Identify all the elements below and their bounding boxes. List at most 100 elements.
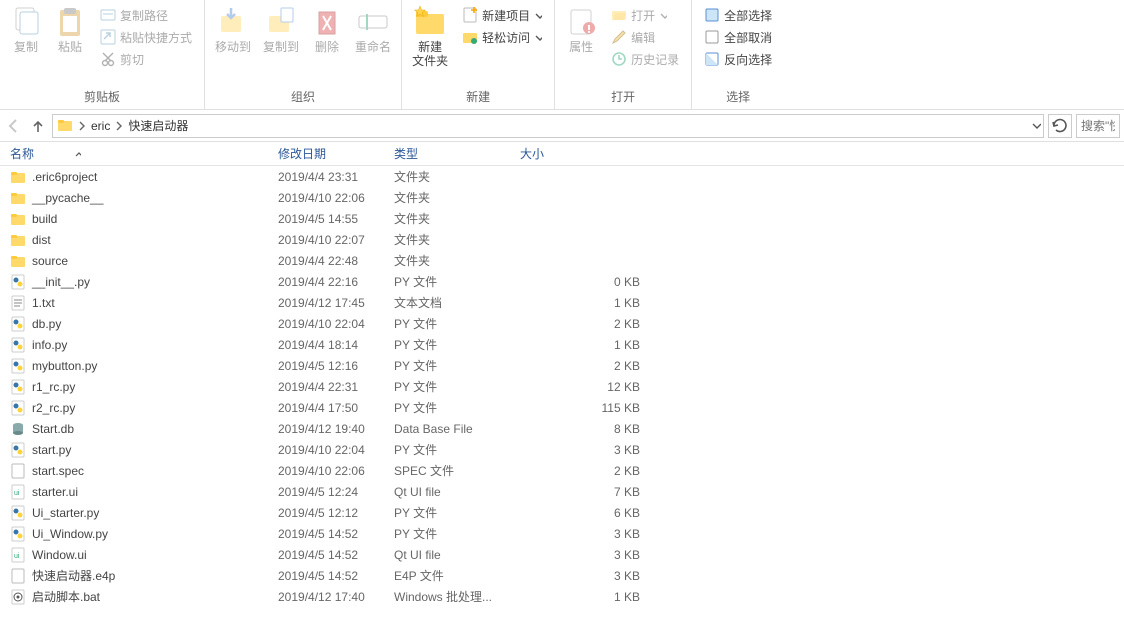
sort-up-icon	[74, 150, 81, 157]
py-icon	[10, 337, 26, 353]
select-all-button[interactable]: 全部选择	[700, 4, 776, 26]
file-row[interactable]: 快速启动器.e4p2019/4/5 14:52E4P 文件3 KB	[0, 565, 1124, 586]
ui-icon	[10, 547, 26, 563]
file-row[interactable]: 启动脚本.bat2019/4/12 17:40Windows 批处理...1 K…	[0, 586, 1124, 607]
properties-icon	[565, 6, 597, 38]
db-icon	[10, 421, 26, 437]
breadcrumb-item[interactable]: 快速启动器	[124, 115, 192, 137]
history-button[interactable]: 历史记录	[607, 48, 683, 70]
file-type-cell: 文件夹	[384, 189, 510, 206]
paste-shortcut-button[interactable]: 粘贴快捷方式	[96, 26, 196, 48]
file-type-cell: PY 文件	[384, 525, 510, 542]
paste-button[interactable]: 粘贴	[48, 2, 92, 54]
file-row[interactable]: Ui_starter.py2019/4/5 12:12PY 文件6 KB	[0, 502, 1124, 523]
column-header-size[interactable]: 大小	[510, 142, 660, 165]
file-row[interactable]: .eric6project2019/4/4 23:31文件夹	[0, 166, 1124, 187]
file-type-cell: PY 文件	[384, 378, 510, 395]
file-date-cell: 2019/4/12 19:40	[268, 422, 384, 436]
file-row[interactable]: starter.ui2019/4/5 12:24Qt UI file7 KB	[0, 481, 1124, 502]
search-box[interactable]	[1076, 114, 1120, 138]
cut-label: 剪切	[120, 51, 144, 68]
refresh-button[interactable]	[1048, 114, 1072, 138]
new-folder-button[interactable]: 新建 文件夹	[406, 2, 454, 68]
file-name-cell: Ui_Window.py	[0, 526, 268, 542]
file-row[interactable]: Start.db2019/4/12 19:40Data Base File8 K…	[0, 418, 1124, 439]
file-date-cell: 2019/4/4 17:50	[268, 401, 384, 415]
column-header-date[interactable]: 修改日期	[268, 142, 384, 165]
file-row[interactable]: db.py2019/4/10 22:04PY 文件2 KB	[0, 313, 1124, 334]
breadcrumb[interactable]: eric 快速启动器	[52, 114, 1044, 138]
chevron-right-icon[interactable]	[77, 115, 87, 137]
py-icon	[10, 505, 26, 521]
nav-back-button[interactable]	[4, 116, 24, 136]
invert-selection-button[interactable]: 反向选择	[700, 48, 776, 70]
breadcrumb-item[interactable]: eric	[87, 115, 114, 137]
nav-up-button[interactable]	[28, 116, 48, 136]
file-row[interactable]: mybutton.py2019/4/5 12:16PY 文件2 KB	[0, 355, 1124, 376]
file-size-cell: 115 KB	[510, 401, 660, 415]
file-row[interactable]: start.spec2019/4/10 22:06SPEC 文件2 KB	[0, 460, 1124, 481]
file-date-cell: 2019/4/4 22:48	[268, 254, 384, 268]
file-type-cell: 文件夹	[384, 231, 510, 248]
copy-to-icon	[265, 6, 297, 38]
file-row[interactable]: info.py2019/4/4 18:14PY 文件1 KB	[0, 334, 1124, 355]
file-name-cell: 快速启动器.e4p	[0, 567, 268, 584]
column-header-name[interactable]: 名称	[0, 142, 268, 165]
file-row[interactable]: 1.txt2019/4/12 17:45文本文档1 KB	[0, 292, 1124, 313]
column-header-type[interactable]: 类型	[384, 142, 510, 165]
file-row[interactable]: __init__.py2019/4/4 22:16PY 文件0 KB	[0, 271, 1124, 292]
file-list[interactable]: .eric6project2019/4/4 23:31文件夹__pycache_…	[0, 166, 1124, 622]
file-name-cell: Ui_starter.py	[0, 505, 268, 521]
file-size-cell: 3 KB	[510, 527, 660, 541]
move-to-button[interactable]: 移动到	[209, 2, 257, 54]
file-size-cell: 3 KB	[510, 443, 660, 457]
file-name-cell: start.py	[0, 442, 268, 458]
file-date-cell: 2019/4/10 22:06	[268, 191, 384, 205]
new-item-button[interactable]: 新建项目	[458, 4, 546, 26]
file-size-cell: 1 KB	[510, 296, 660, 310]
file-name-cell: starter.ui	[0, 484, 268, 500]
delete-button[interactable]: 删除	[305, 2, 349, 54]
new-item-icon	[462, 7, 478, 23]
rename-label: 重命名	[355, 40, 391, 54]
select-none-button[interactable]: 全部取消	[700, 26, 776, 48]
address-dropdown-button[interactable]	[1031, 115, 1041, 137]
file-name-cell: start.spec	[0, 463, 268, 479]
chevron-down-icon	[534, 11, 542, 19]
open-button[interactable]: 打开	[607, 4, 683, 26]
file-row[interactable]: r2_rc.py2019/4/4 17:50PY 文件115 KB	[0, 397, 1124, 418]
easy-access-button[interactable]: 轻松访问	[458, 26, 546, 48]
properties-button[interactable]: 属性	[559, 2, 603, 54]
file-size-cell: 0 KB	[510, 275, 660, 289]
edit-button[interactable]: 编辑	[607, 26, 683, 48]
file-name-cell: Start.db	[0, 421, 268, 437]
file-date-cell: 2019/4/10 22:04	[268, 317, 384, 331]
file-row[interactable]: start.py2019/4/10 22:04PY 文件3 KB	[0, 439, 1124, 460]
properties-label: 属性	[569, 40, 593, 54]
file-date-cell: 2019/4/12 17:45	[268, 296, 384, 310]
copy-path-icon	[100, 7, 116, 23]
folder-icon	[10, 190, 26, 206]
copy-to-button[interactable]: 复制到	[257, 2, 305, 54]
cut-button[interactable]: 剪切	[96, 48, 196, 70]
file-row[interactable]: Window.ui2019/4/5 14:52Qt UI file3 KB	[0, 544, 1124, 565]
file-row[interactable]: Ui_Window.py2019/4/5 14:52PY 文件3 KB	[0, 523, 1124, 544]
file-row[interactable]: build2019/4/5 14:55文件夹	[0, 208, 1124, 229]
ribbon-group-select: 全部选择 全部取消 反向选择 选择	[692, 0, 784, 109]
file-name-cell: 1.txt	[0, 295, 268, 311]
chevron-right-icon[interactable]	[114, 115, 124, 137]
file-date-cell: 2019/4/4 18:14	[268, 338, 384, 352]
file-row[interactable]: r1_rc.py2019/4/4 22:31PY 文件12 KB	[0, 376, 1124, 397]
file-type-cell: 文件夹	[384, 210, 510, 227]
file-row[interactable]: source2019/4/4 22:48文件夹	[0, 250, 1124, 271]
rename-button[interactable]: 重命名	[349, 2, 397, 54]
file-name-label: start.py	[32, 443, 71, 457]
file-size-cell: 12 KB	[510, 380, 660, 394]
search-input[interactable]	[1081, 119, 1115, 133]
file-row[interactable]: __pycache__2019/4/10 22:06文件夹	[0, 187, 1124, 208]
copy-path-button[interactable]: 复制路径	[96, 4, 196, 26]
easy-access-icon	[462, 29, 478, 45]
file-row[interactable]: dist2019/4/10 22:07文件夹	[0, 229, 1124, 250]
copy-button[interactable]: 复制	[4, 2, 48, 54]
file-type-cell: PY 文件	[384, 504, 510, 521]
